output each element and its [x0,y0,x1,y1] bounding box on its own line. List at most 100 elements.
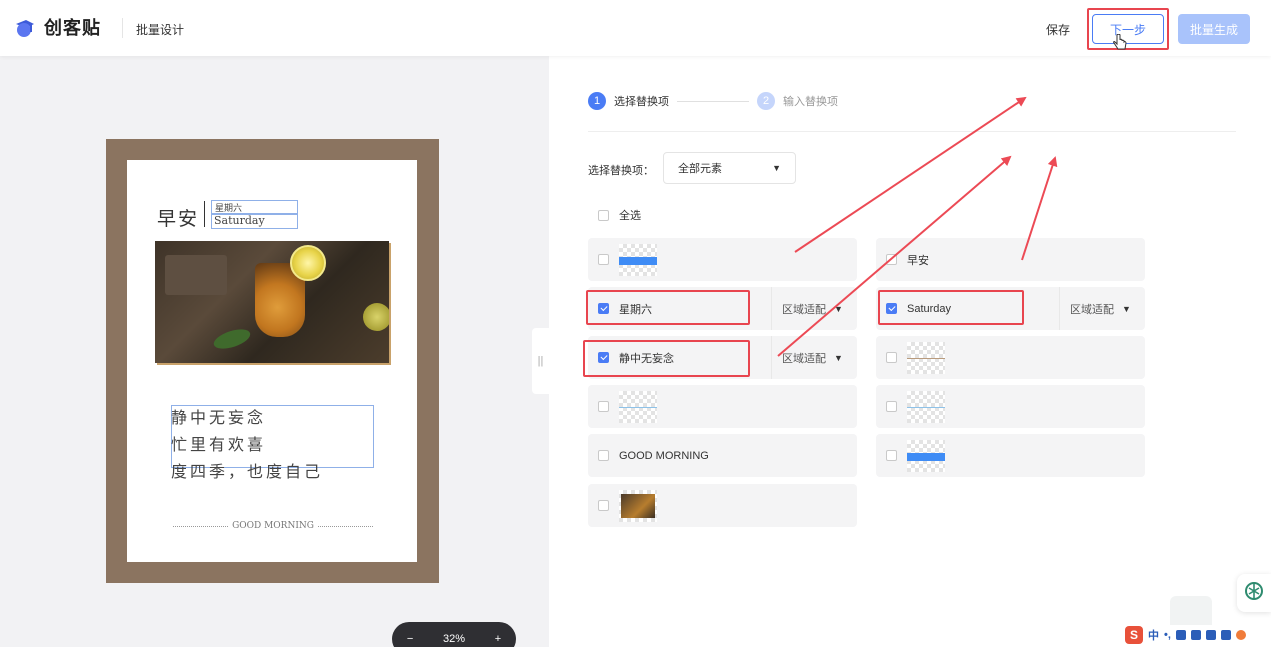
fit-mode-label: 区域适配 [782,303,826,316]
replace-item-brown-line[interactable] [876,336,1145,379]
header-divider [122,18,123,38]
poem-line-2: 忙里有欢喜 [171,435,267,454]
brown-line-thumbnail [907,341,945,374]
grip-icon: || [537,355,544,367]
blue-bar-shape [619,256,657,265]
highlight-saturday [878,290,1024,325]
card-photo[interactable] [155,241,389,363]
replace-item-blue-rect[interactable] [876,434,1145,477]
item-checkbox[interactable] [598,401,609,412]
zoom-in-button[interactable]: + [495,633,501,645]
replace-item-greeting[interactable]: 早安 [876,238,1145,281]
fit-mode-dropdown[interactable]: 区域适配 ▼ [1059,287,1131,330]
caret-down-icon: ▼ [834,352,843,363]
blue-line-shape [619,406,657,408]
brand-name: 创客贴 [44,18,101,38]
fit-mode-label: 区域适配 [1070,303,1114,316]
step-1-number: 1 [588,92,606,110]
item-checkbox[interactable] [598,450,609,461]
replace-item-blue-line[interactable] [588,385,857,428]
photo-jar [165,255,227,295]
caret-down-icon: ▼ [772,163,781,173]
highlight-weekday [586,290,750,325]
card-weekday[interactable]: 星期六 [215,201,242,214]
divider [588,131,1236,132]
item-label: 早安 [907,254,929,267]
stepper: 1 选择替换项 2 输入替换项 [588,92,838,110]
design-card-inner: 早安 星期六 Saturday 静中无妄念 忙里有欢喜 度四季，也度自己 GOO… [127,160,417,562]
brown-line-shape [907,357,945,359]
card-separator [204,201,205,227]
replace-selector-label: 选择替换项： [588,165,654,177]
zoom-level: 32% [442,633,465,645]
item-checkbox[interactable] [598,500,609,511]
ai-knot-icon [1243,580,1265,607]
panel-collapse-handle[interactable]: || [532,328,549,394]
card-day-en[interactable]: Saturday [214,214,265,227]
select-all[interactable]: 全选 [598,207,641,223]
step-connector [677,100,749,102]
ime-emoji-icon[interactable] [1235,630,1246,640]
ime-mode[interactable]: 中 [1148,627,1159,643]
design-card[interactable]: 早安 星期六 Saturday 静中无妄念 忙里有欢喜 度四季，也度自己 GOO… [106,139,439,583]
blue-line-2-shape [907,406,945,408]
ime-mic-icon[interactable] [1175,630,1186,640]
photo-lemon [290,245,326,281]
poem-line-3: 度四季，也度自己 [171,462,324,481]
replace-item-good-morning[interactable]: GOOD MORNING [588,434,857,477]
top-header: 创客贴 批量设计 保存 下一步 批量生成 [0,0,1271,56]
save-button[interactable]: 保存 [1046,21,1070,38]
ime-logo-icon: S [1125,626,1143,644]
card-greeting[interactable]: 早安 [157,204,199,231]
blue-line-2-thumbnail [907,390,945,423]
step-2-number: 2 [757,92,775,110]
ime-apps-icon[interactable] [1220,630,1231,640]
caret-down-icon: ▼ [834,303,843,314]
preview-panel: 早安 星期六 Saturday 静中无妄念 忙里有欢喜 度四季，也度自己 GOO… [0,56,549,647]
poem-line-1: 静中无妄念 [171,408,267,427]
blue-bar-thumbnail [619,243,657,276]
batch-generate-button[interactable]: 批量生成 [1178,14,1250,44]
replace-item-blue-bar[interactable] [588,238,857,281]
item-checkbox[interactable] [886,450,897,461]
blue-rect-thumbnail [907,439,945,472]
item-checkbox[interactable] [886,254,897,265]
item-checkbox[interactable] [886,352,897,363]
card-footer[interactable]: GOOD MORNING [173,521,374,531]
ai-assistant-button[interactable] [1237,574,1271,612]
highlight-poem [583,340,750,377]
zoom-control: − 32% + [392,622,516,647]
next-step-highlight [1087,8,1169,50]
brand-logo[interactable]: 创客贴 [12,14,101,40]
item-checkbox[interactable] [598,254,609,265]
replace-selector-value: 全部元素 [678,163,722,175]
select-all-label: 全选 [619,210,641,222]
fit-mode-label: 区域适配 [782,352,826,365]
brand-logo-icon [12,14,38,40]
card-poem[interactable]: 静中无妄念 忙里有欢喜 度四季，也度自己 [171,404,323,485]
caret-down-icon: ▼ [1122,303,1131,314]
item-checkbox[interactable] [886,401,897,412]
ime-skin-icon[interactable] [1205,630,1216,640]
step-2-label: 输入替换项 [783,96,838,108]
replace-selector-dropdown[interactable]: 全部元素 ▼ [663,152,796,184]
replace-item-blue-line-2[interactable] [876,385,1145,428]
photo-thumbnail [619,489,657,522]
photo-leaf [211,325,253,353]
ime-keyboard-icon[interactable] [1190,630,1201,640]
blue-line-thumbnail [619,390,657,423]
zoom-out-button[interactable]: − [407,633,413,645]
card-footer-text: GOOD MORNING [232,521,314,531]
photo-thumbnail-image [621,493,655,518]
photo-lemon-slice [363,303,389,331]
arrow-1 [794,96,1027,253]
replace-item-photo[interactable] [588,484,857,527]
ime-toolbar[interactable]: S 中 •, [1123,625,1271,645]
page-title: 批量设计 [136,23,185,37]
blue-rect-shape [907,452,945,461]
fit-mode-dropdown[interactable]: 区域适配 ▼ [771,336,843,379]
ime-punct[interactable]: •, [1164,629,1171,641]
hand-cursor-icon [1112,33,1128,52]
fit-mode-dropdown[interactable]: 区域适配 ▼ [771,287,843,330]
select-all-checkbox[interactable] [598,209,609,221]
